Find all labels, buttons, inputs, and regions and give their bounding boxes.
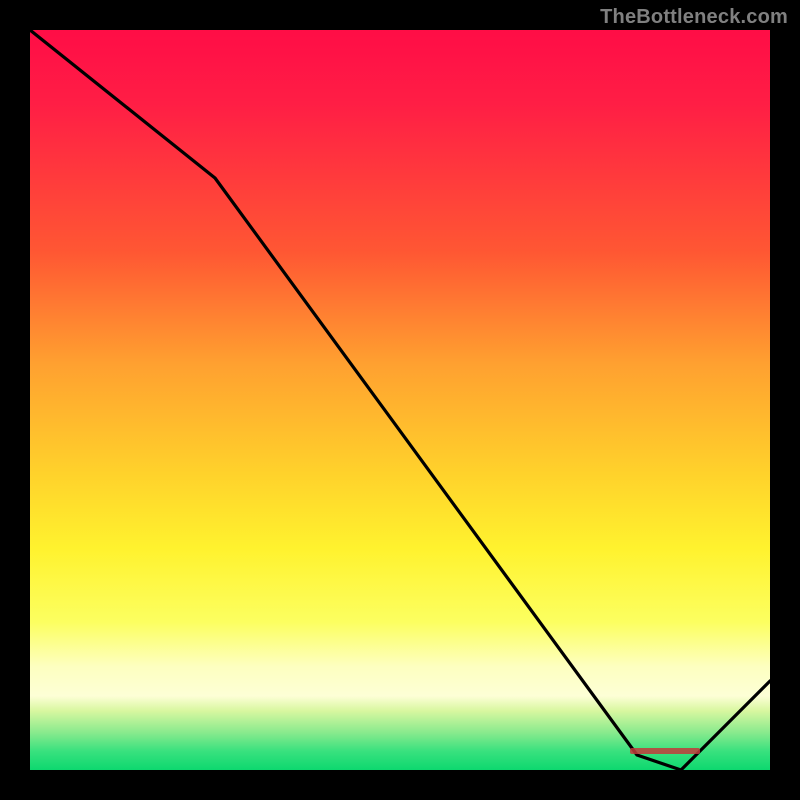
min-marker: [630, 748, 700, 754]
watermark-text: TheBottleneck.com: [600, 6, 788, 29]
curve-path: [30, 30, 770, 770]
bottleneck-curve: [30, 30, 770, 770]
chart-frame: TheBottleneck.com: [0, 0, 800, 800]
